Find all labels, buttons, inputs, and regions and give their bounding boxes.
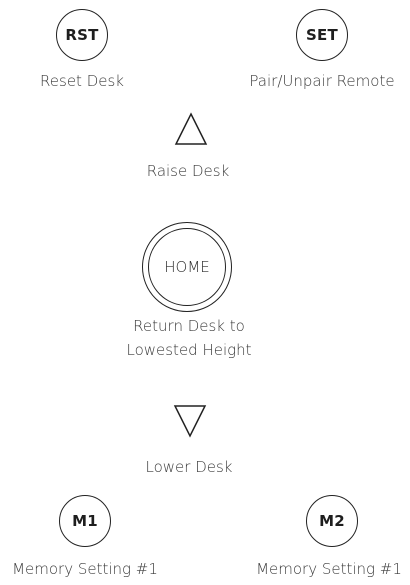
m1-button[interactable]: M1	[59, 495, 111, 547]
up-triangle-icon[interactable]	[174, 112, 208, 146]
raise-label: Raise Desk	[146, 162, 230, 180]
rst-button[interactable]: RST	[56, 9, 108, 61]
m2-button-text: M2	[319, 512, 345, 530]
set-button[interactable]: SET	[296, 9, 348, 61]
home-button[interactable]: HOME	[142, 222, 232, 312]
home-label-line2: Lowested Height	[126, 341, 252, 359]
down-triangle-icon[interactable]	[173, 404, 207, 438]
m2-label: Memory Setting #1	[256, 560, 402, 578]
home-button-text: HOME	[164, 258, 210, 276]
home-label-line1: Return Desk to	[133, 317, 245, 335]
set-label: Pair/Unpair Remote	[249, 72, 395, 90]
m2-button[interactable]: M2	[306, 495, 358, 547]
remote-button-diagram: RST Reset Desk SET Pair/Unpair Remote Ra…	[0, 0, 410, 585]
lower-label: Lower Desk	[145, 458, 233, 476]
m1-label: Memory Setting #1	[12, 560, 158, 578]
rst-button-text: RST	[65, 26, 99, 44]
home-button-inner-ring: HOME	[148, 228, 226, 306]
set-button-text: SET	[306, 26, 338, 44]
m1-button-text: M1	[72, 512, 98, 530]
rst-label: Reset Desk	[40, 72, 124, 90]
